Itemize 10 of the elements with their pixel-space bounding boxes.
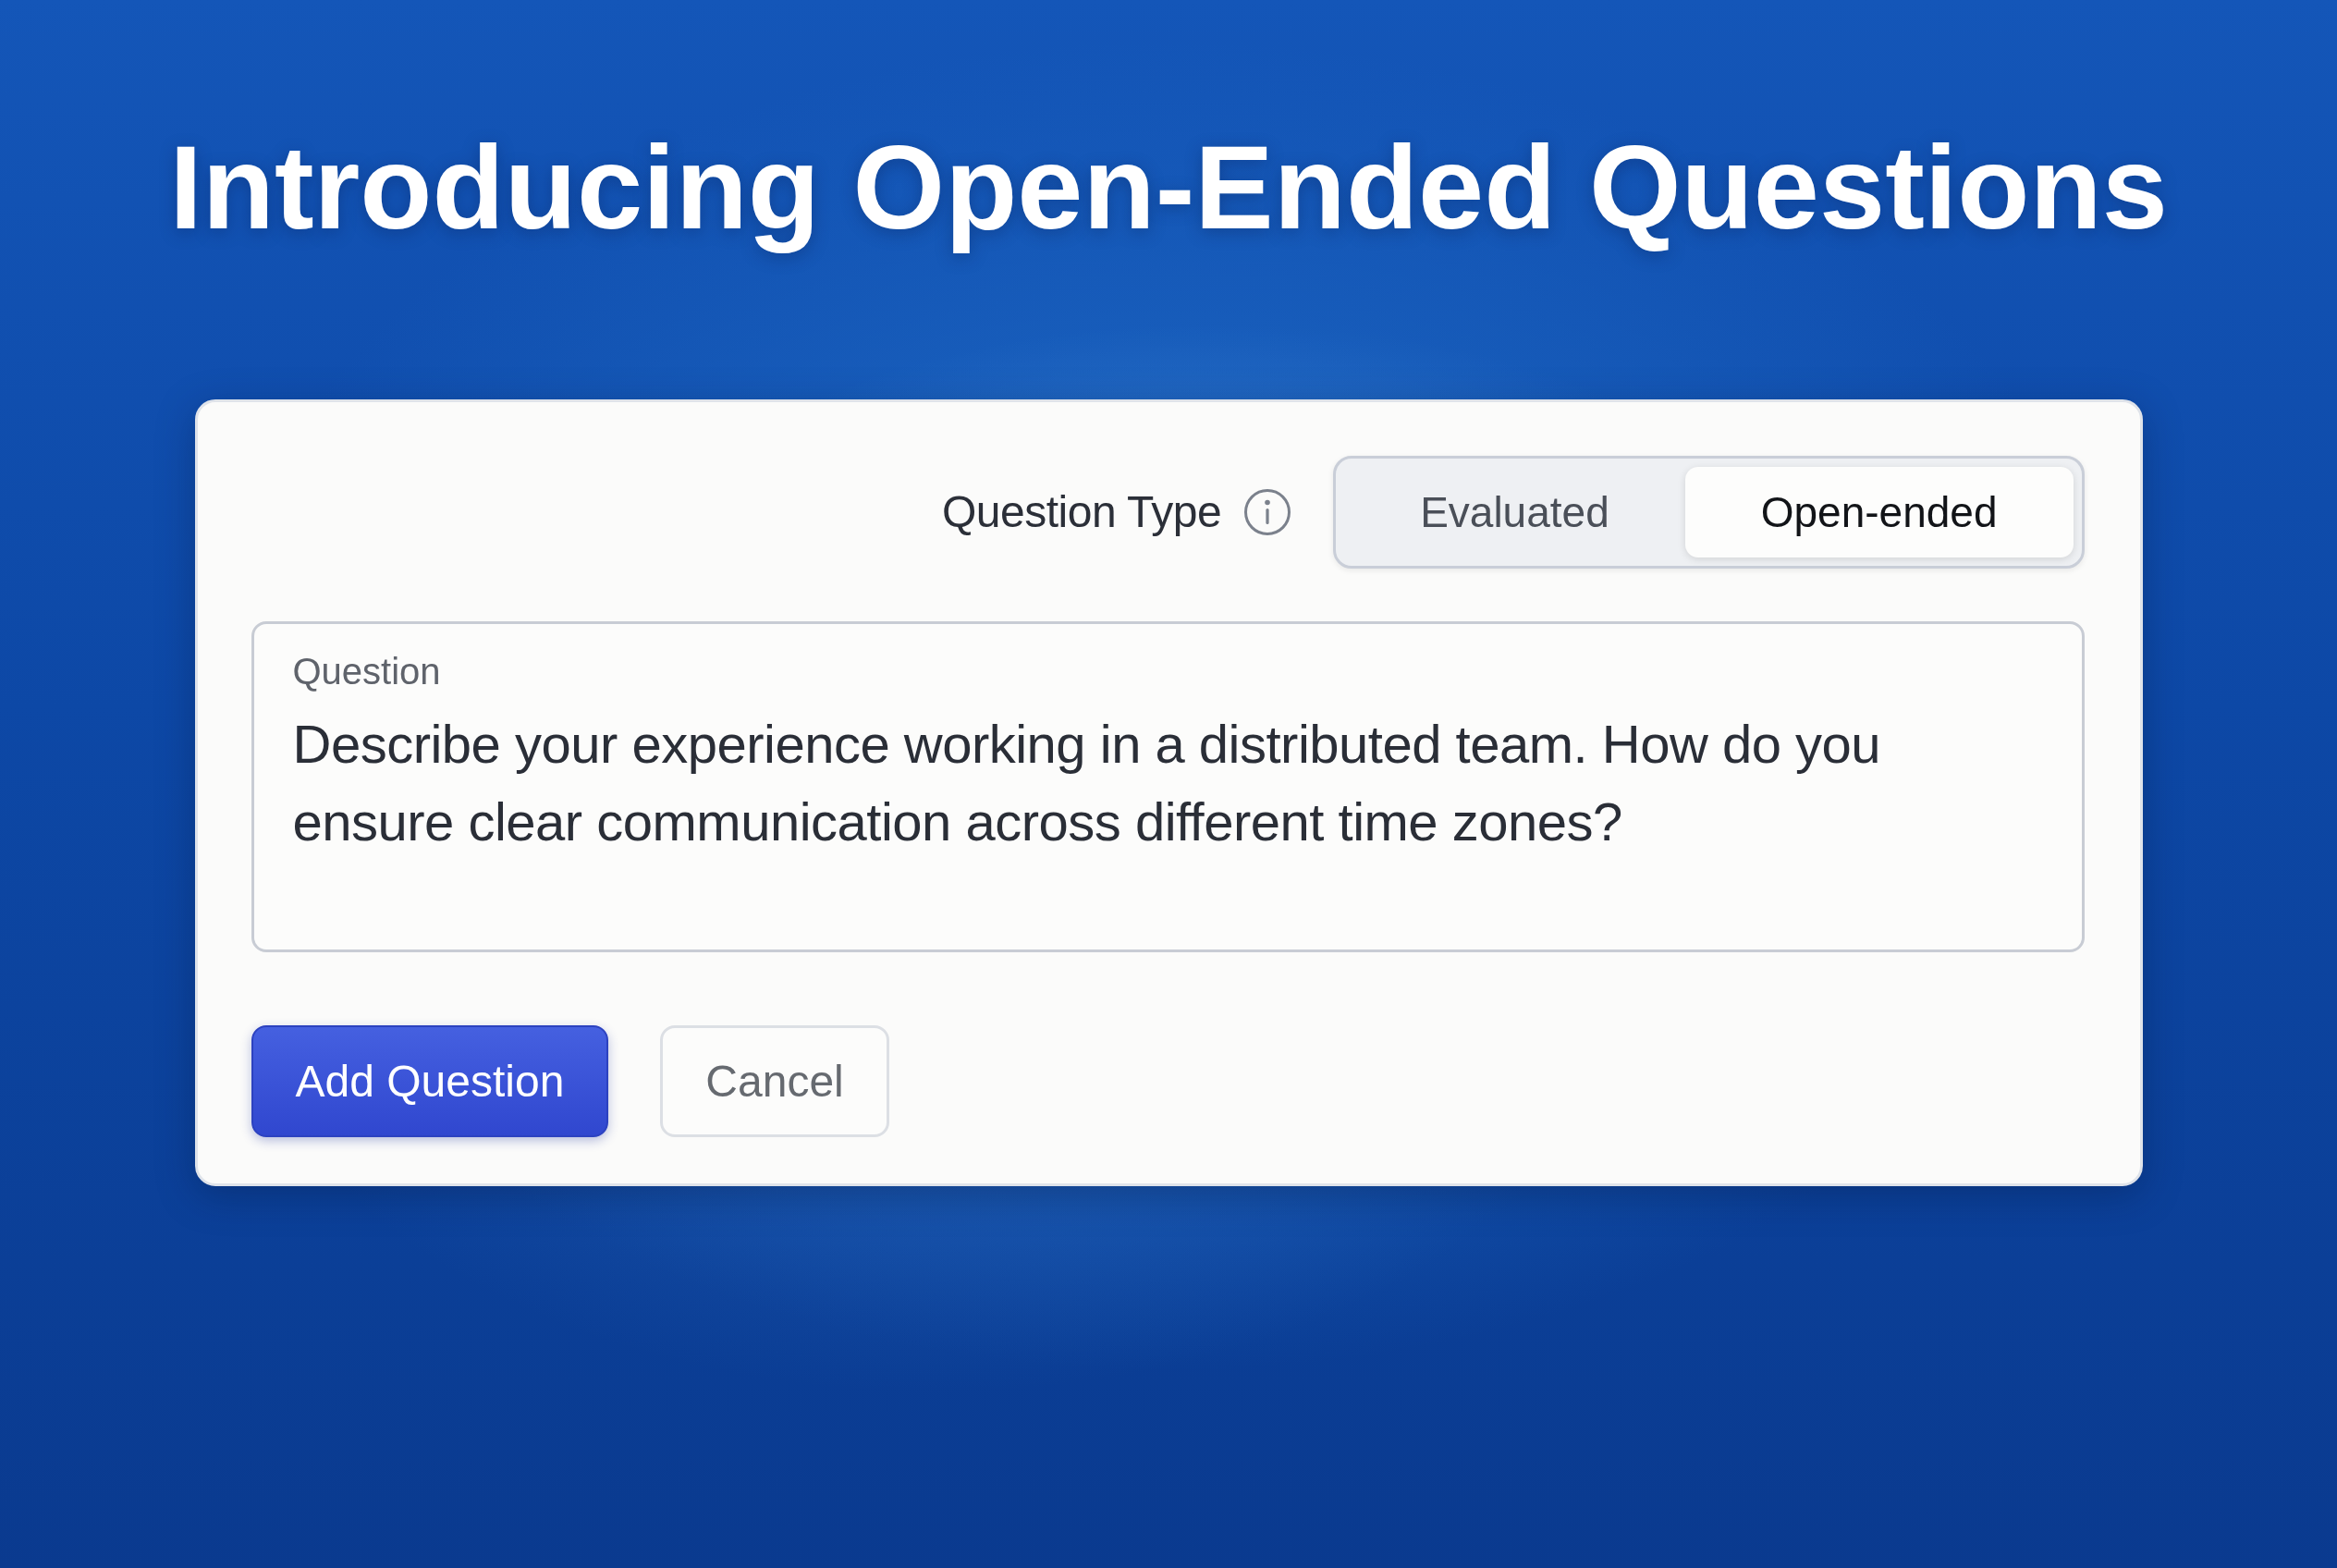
headline: Introducing Open-Ended Questions [169,120,2168,255]
question-type-label: Question Type [941,486,1222,538]
question-text: Describe your experience working in a distributed team. How do you ensure clear communication across different time zones? [292,712,1882,853]
segment-tab[interactable]: Open-ended [1684,466,2074,557]
question-field[interactable]: Question Describe your experience working in a distributed team. How do you ensure clear communication across different time zones? [251,620,2085,952]
info-icon[interactable] [1243,487,1292,536]
add-question-button[interactable]: Add Question [251,1024,609,1137]
cancel-button[interactable]: Cancel [660,1024,889,1137]
segment-tab[interactable]: Evaluated [1344,466,1685,557]
field-label: Question [292,649,441,693]
